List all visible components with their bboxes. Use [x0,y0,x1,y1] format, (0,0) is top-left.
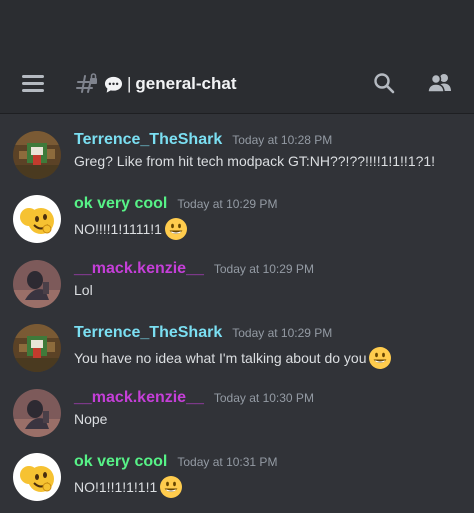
message-body: NO!1!!1!1!1!1 [74,479,158,495]
message-item[interactable]: __mack.kenzie__ Today at 10:30 PM Nope [0,389,474,449]
message-text: Nope [74,411,107,427]
message-body: Nope [74,411,108,427]
timestamp: Today at 10:29 PM [177,197,278,211]
username[interactable]: __mack.kenzie__ [74,260,204,278]
avatar[interactable] [13,195,61,243]
timestamp: Today at 10:28 PM [232,133,333,147]
username[interactable]: __mack.kenzie__ [74,389,204,407]
message-text: Greg? Like from hit tech modpack GT:NH??… [74,153,435,169]
photo-avatar-icon [13,389,61,437]
avatar[interactable] [13,324,61,372]
message-body: You have no idea what I'm talking about … [74,350,367,366]
channel-separator: | [127,74,132,93]
username[interactable]: Terrence_TheShark [74,324,222,342]
speech-bubble-icon [104,76,123,93]
avatar[interactable] [13,260,61,308]
message-item[interactable]: ok very cool Today at 10:31 PM NO!1!!1!1… [0,453,474,513]
minecraft-avatar-icon [13,131,61,179]
minecraft-avatar-icon [13,324,61,372]
channel-title: general-chat [135,74,237,93]
avatar[interactable] [13,389,61,437]
channel-header: | general-chat [0,0,474,114]
timestamp: Today at 10:31 PM [177,455,278,469]
message-body: Lol [74,282,93,298]
search-icon[interactable] [373,72,395,94]
avatar[interactable] [13,453,61,501]
grinning-face-icon [369,347,392,369]
menu-icon[interactable] [22,75,44,92]
message-item[interactable]: Terrence_TheShark Today at 10:29 PM You … [0,324,474,384]
avatar[interactable] [13,131,61,179]
message-item[interactable]: Terrence_TheShark Today at 10:28 PM Greg… [0,131,474,191]
message-body: NO!!!!1!1111!1 [74,221,162,237]
photo-avatar-icon [13,260,61,308]
username[interactable]: Terrence_TheShark [74,131,222,149]
message-text: NO!!!!1!1111!1 [74,217,188,241]
emoji-avatar-icon [13,195,61,243]
timestamp: Today at 10:29 PM [232,326,333,340]
members-icon[interactable] [427,72,453,94]
channel-name[interactable]: | general-chat [104,72,237,96]
message-text: You have no idea what I'm talking about … [74,346,392,370]
username[interactable]: ok very cool [74,453,167,471]
hash-lock-icon [76,73,97,93]
message-text: Lol [74,282,93,298]
username[interactable]: ok very cool [74,195,167,213]
emoji-avatar-icon [13,453,61,501]
message-item[interactable]: ok very cool Today at 10:29 PM NO!!!!1!1… [0,195,474,255]
message-text: NO!1!!1!1!1!1 [74,475,183,499]
timestamp: Today at 10:29 PM [213,262,314,276]
message-body: Greg? Like from hit tech modpack GT:NH??… [74,153,436,169]
timestamp: Today at 10:30 PM [213,391,314,405]
message-item[interactable]: __mack.kenzie__ Today at 10:29 PM Lol [0,260,474,320]
grinning-face-icon [160,476,183,498]
grinning-face-icon [164,218,187,240]
